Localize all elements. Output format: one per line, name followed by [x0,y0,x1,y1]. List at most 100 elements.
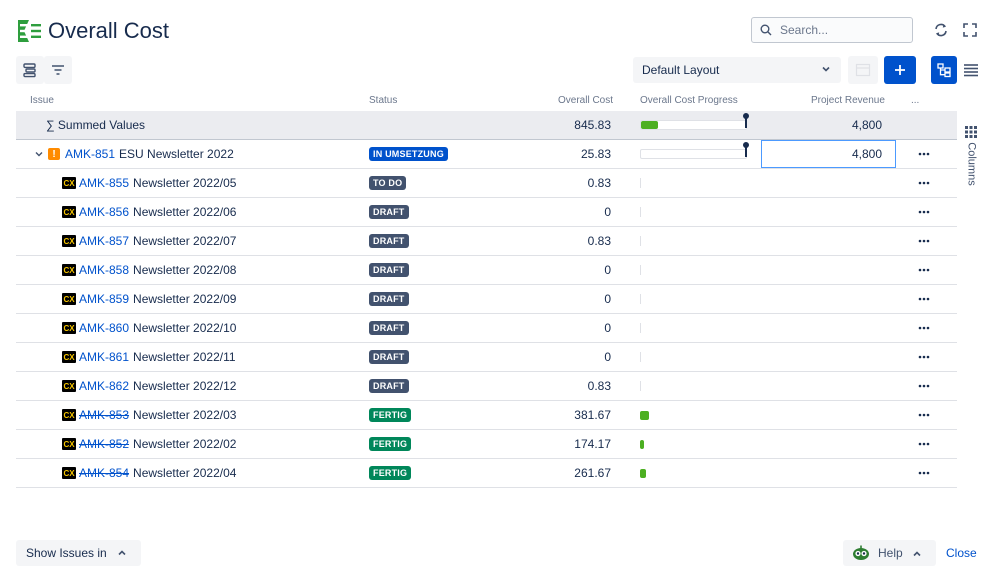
issue-key-link[interactable]: AMK-855 [79,176,129,190]
columns-tab-label: Columns [965,142,978,186]
status-badge[interactable]: DRAFT [369,263,409,277]
more-icon [918,210,930,214]
column-header-overall-cost[interactable]: Overall Cost [558,95,613,106]
issue-key-link[interactable]: AMK-856 [79,205,129,219]
fullscreen-icon [963,23,977,37]
issue-key-link[interactable]: AMK-861 [79,350,129,364]
row-actions-button[interactable] [912,256,936,284]
column-header-issue[interactable]: Issue [30,95,54,106]
filter-button[interactable] [44,56,72,84]
table-row[interactable]: CX AMK-858 Newsletter 2022/08 DRAFT 0 [16,256,957,285]
issue-key-link[interactable]: AMK-862 [79,379,129,393]
issue-key-link[interactable]: AMK-857 [79,234,129,248]
status-badge[interactable]: IN UMSETZUNG [369,147,448,161]
issue-key-link[interactable]: AMK-851 [65,147,115,161]
table-row[interactable]: CX AMK-855 Newsletter 2022/05 TO DO 0.83 [16,169,957,198]
table-row[interactable]: CX AMK-857 Newsletter 2022/07 DRAFT 0.83 [16,227,957,256]
epic-type-icon: ! [48,148,60,160]
table-row[interactable]: CX AMK-861 Newsletter 2022/11 DRAFT 0 [16,343,957,372]
revenue-edit-cell[interactable]: 4,800 [761,140,896,168]
tree-view-icon [937,63,951,78]
issue-type-icon: CX [62,322,76,334]
issue-type-icon: CX [62,467,76,479]
row-actions-button[interactable] [912,314,936,342]
progress-fill [640,469,646,478]
layout-select[interactable]: Default Layout [633,57,841,83]
overall-cost-value: 381.67 [574,408,611,422]
issue-key-link[interactable]: AMK-859 [79,292,129,306]
columns-panel-tab[interactable]: Columns [963,126,979,196]
status-badge[interactable]: DRAFT [369,350,409,364]
issue-summary: Newsletter 2022/12 [133,379,237,393]
issue-table: Issue Status Overall Cost Overall Cost P… [16,90,957,488]
row-actions-button[interactable] [912,430,936,458]
column-header-more[interactable]: ... [911,95,919,106]
issue-type-icon: CX [62,206,76,218]
status-badge[interactable]: FERTIG [369,408,412,422]
add-button[interactable] [884,56,916,84]
column-header-status[interactable]: Status [369,95,397,106]
search-icon [760,24,772,36]
search-box[interactable] [751,17,913,43]
status-badge[interactable]: TO DO [369,176,407,190]
row-actions-button[interactable] [912,343,936,371]
status-badge[interactable]: DRAFT [369,205,409,219]
collapse-toggle[interactable] [34,140,44,168]
issue-key-link[interactable]: AMK-858 [79,263,129,277]
overall-cost-value: 0 [604,292,611,306]
issue-summary: Newsletter 2022/05 [133,176,237,190]
status-badge[interactable]: DRAFT [369,292,409,306]
overall-cost-value: 0.83 [587,379,611,393]
issue-summary: Newsletter 2022/02 [133,437,237,451]
row-actions-button[interactable] [912,140,936,168]
issue-key-link[interactable]: AMK-852 [79,437,129,451]
row-actions-button[interactable] [912,227,936,255]
hierarchy-button[interactable] [16,56,44,84]
column-header-progress[interactable]: Overall Cost Progress [640,95,738,106]
table-row[interactable]: CX AMK-854 Newsletter 2022/04 FERTIG 261.67 [16,459,957,488]
row-actions-button[interactable] [912,198,936,226]
issue-key-link[interactable]: AMK-853 [79,408,129,422]
status-badge[interactable]: FERTIG [369,437,412,451]
list-view-button[interactable] [959,56,983,84]
search-input[interactable] [780,23,898,37]
row-actions-button[interactable] [912,372,936,400]
progress-empty [640,352,641,362]
overall-cost-value: 0 [604,205,611,219]
row-actions-button[interactable] [912,169,936,197]
table-header: Issue Status Overall Cost Overall Cost P… [16,90,957,111]
close-link[interactable]: Close [946,546,977,560]
title-bar: Overall Cost [16,14,169,48]
issue-type-icon: CX [62,409,76,421]
issue-key-link[interactable]: AMK-860 [79,321,129,335]
table-row[interactable]: CX AMK-853 Newsletter 2022/03 FERTIG 381.67 [16,401,957,430]
issue-type-icon: CX [62,293,76,305]
summary-revenue: 4,800 [851,118,882,132]
show-issues-button[interactable]: Show Issues in [16,540,141,566]
show-issues-label: Show Issues in [26,546,107,560]
status-badge[interactable]: DRAFT [369,234,409,248]
status-badge[interactable]: DRAFT [369,321,409,335]
column-header-revenue[interactable]: Project Revenue [811,95,885,106]
refresh-button[interactable] [929,18,953,42]
tree-view-button[interactable] [931,56,957,84]
table-row[interactable]: CX AMK-862 Newsletter 2022/12 DRAFT 0.83 [16,372,957,401]
row-actions-button[interactable] [912,401,936,429]
calendar-button[interactable] [848,56,878,84]
table-row[interactable]: CX AMK-852 Newsletter 2022/02 FERTIG 174.17 [16,430,957,459]
progress-empty [640,178,641,188]
status-badge[interactable]: FERTIG [369,466,412,480]
table-row[interactable]: CX AMK-859 Newsletter 2022/09 DRAFT 0 [16,285,957,314]
table-row[interactable]: ! AMK-851 ESU Newsletter 2022 IN UMSETZU… [16,140,957,169]
issue-type-icon: CX [62,235,76,247]
help-button[interactable]: Help [843,540,936,566]
issue-summary: Newsletter 2022/06 [133,205,237,219]
table-row[interactable]: CX AMK-856 Newsletter 2022/06 DRAFT 0 [16,198,957,227]
issue-summary: ESU Newsletter 2022 [119,147,234,161]
row-actions-button[interactable] [912,285,936,313]
row-actions-button[interactable] [912,459,936,487]
status-badge[interactable]: DRAFT [369,379,409,393]
fullscreen-button[interactable] [958,18,982,42]
issue-key-link[interactable]: AMK-854 [79,466,129,480]
table-row[interactable]: CX AMK-860 Newsletter 2022/10 DRAFT 0 [16,314,957,343]
